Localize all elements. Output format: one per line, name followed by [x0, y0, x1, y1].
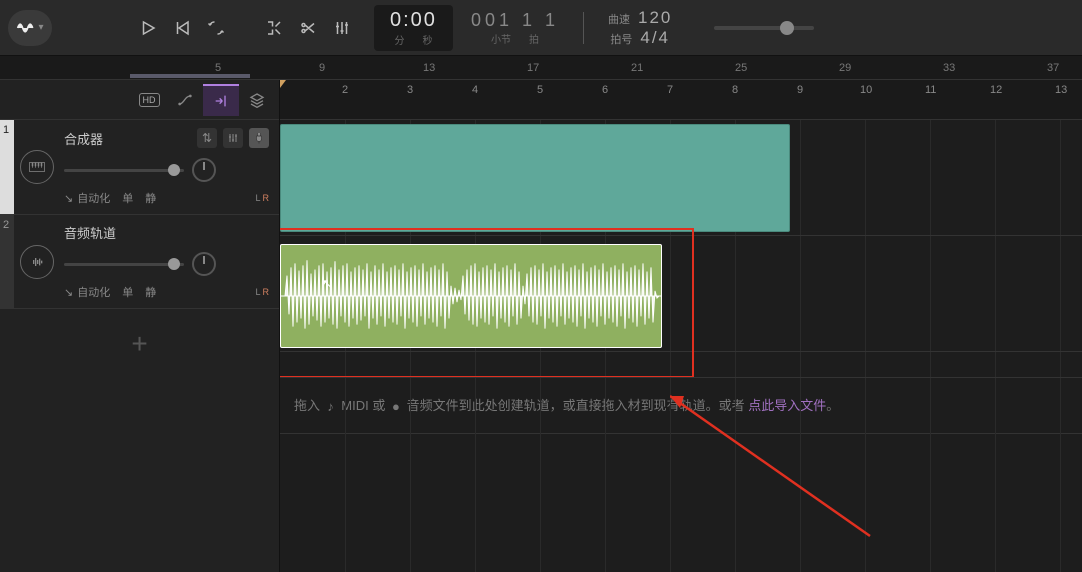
settings-icon[interactable]: [223, 128, 243, 148]
track-number[interactable]: 1: [0, 120, 14, 214]
mute-button[interactable]: 静: [145, 190, 156, 206]
audio-clip[interactable]: [280, 244, 662, 348]
panel-toolbar: HD: [0, 80, 279, 120]
track-panel: HD 1 合成器 ⇅: [0, 80, 280, 572]
mixer-button[interactable]: [328, 14, 356, 42]
midi-clip[interactable]: [280, 124, 790, 232]
mute-button[interactable]: 静: [145, 284, 156, 300]
timeline-ruler[interactable]: 2 3 4 5 6 7 8 9 10 11 12 13: [280, 80, 1082, 120]
track-type-icon: [14, 215, 60, 308]
loop-button[interactable]: [202, 14, 230, 42]
track-row-2[interactable]: 2 音频轨道 ↘ 自动化 单 静 LR: [0, 215, 279, 309]
overview-viewport[interactable]: [130, 74, 250, 78]
plug-icon[interactable]: [249, 128, 269, 148]
snap-tool-button[interactable]: [203, 84, 239, 116]
pan-knob[interactable]: [192, 252, 216, 276]
play-button[interactable]: [134, 14, 162, 42]
overview-ruler[interactable]: 5 9 13 17 21 25 29 33 37: [0, 56, 1082, 80]
cursor-icon: ↖: [322, 276, 333, 292]
chevron-down-icon: ▾: [38, 22, 43, 33]
track-name[interactable]: 音频轨道: [64, 223, 269, 242]
note-icon: ♪: [324, 400, 338, 414]
disc-icon: ●: [389, 400, 403, 414]
track-name[interactable]: 合成器: [64, 129, 191, 148]
piano-icon: [20, 150, 54, 184]
automation-button[interactable]: ↘ 自动化: [64, 284, 110, 300]
solo-button[interactable]: 单: [122, 190, 133, 206]
hd-button[interactable]: HD: [131, 84, 167, 116]
import-file-link[interactable]: 点此导入文件: [748, 398, 826, 413]
audio-lane[interactable]: ↖: [280, 236, 1082, 352]
app-menu-button[interactable]: ▾: [8, 10, 52, 46]
drop-hint-lane[interactable]: 拖入 ♪ MIDI 或 ● 音频文件到此处创建轨道，或直接拖入材到现有轨道。或者…: [280, 378, 1082, 434]
add-track-button[interactable]: +: [0, 309, 279, 379]
measure-value: 001 1 1: [471, 10, 559, 31]
expand-button[interactable]: ⇅: [197, 128, 217, 148]
layers-button[interactable]: [239, 84, 275, 116]
arrangement-view[interactable]: 2 3 4 5 6 7 8 9 10 11 12 13 ↖: [280, 80, 1082, 572]
volume-slider[interactable]: [64, 263, 184, 266]
track-type-icon: [14, 120, 60, 214]
wave-logo-icon: [16, 18, 36, 38]
pan-knob[interactable]: [192, 158, 216, 182]
solo-button[interactable]: 单: [122, 284, 133, 300]
track-number[interactable]: 2: [0, 215, 14, 308]
scissors-button[interactable]: [294, 14, 322, 42]
midi-lane[interactable]: [280, 120, 1082, 236]
zoom-slider[interactable]: [714, 26, 814, 30]
curve-tool-button[interactable]: [167, 84, 203, 116]
tempo-display[interactable]: 曲速120 拍号4/4: [596, 4, 684, 52]
playhead-marker[interactable]: [280, 80, 286, 88]
volume-slider[interactable]: [64, 169, 184, 172]
measure-display[interactable]: 001 1 1 小节 拍: [459, 6, 571, 50]
empty-lane[interactable]: [280, 352, 1082, 378]
audio-icon: [20, 245, 54, 279]
time-value: 0:00: [390, 9, 437, 32]
track-row-1[interactable]: 1 合成器 ⇅ ↘ 自动化 单 静 LR: [0, 120, 279, 215]
time-display[interactable]: 0:00 分 秒: [374, 5, 453, 51]
rewind-button[interactable]: [168, 14, 196, 42]
automation-button[interactable]: ↘ 自动化: [64, 190, 110, 206]
waveform-icon: [281, 245, 661, 347]
snap-button[interactable]: [260, 14, 288, 42]
top-toolbar: ▾ 0:00 分 秒 001 1 1 小节 拍 曲速120 拍号4/4: [0, 0, 1082, 56]
